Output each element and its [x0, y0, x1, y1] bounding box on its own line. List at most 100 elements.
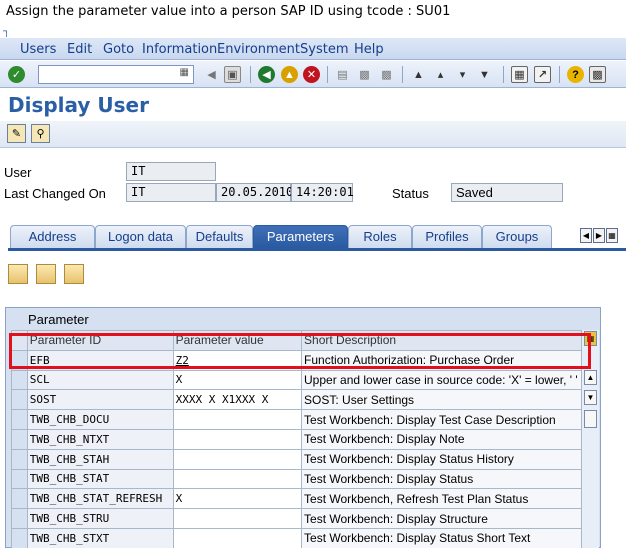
tab-logon-data[interactable]: Logon data: [95, 225, 186, 248]
row-selector[interactable]: [11, 508, 28, 529]
green-back-icon[interactable]: ◀: [258, 66, 275, 83]
parameter-value-cell[interactable]: [172, 448, 303, 470]
tab-profiles[interactable]: Profiles: [412, 225, 482, 248]
parameter-id-cell[interactable]: SOST: [26, 389, 174, 411]
layout-icon[interactable]: ▩: [589, 66, 606, 83]
parameter-id-cell[interactable]: TWB_CHB_STAH: [26, 448, 174, 470]
change-icon[interactable]: ✎: [7, 124, 26, 143]
table-row[interactable]: SCL X Upper and lower case in source cod…: [11, 369, 583, 391]
menu-system[interactable]: System: [300, 42, 348, 57]
tab-list-icon[interactable]: ▦: [606, 228, 618, 243]
display-icon[interactable]: ⚲: [31, 124, 50, 143]
last-changed-by-field[interactable]: IT: [126, 183, 216, 202]
tab-address[interactable]: Address: [10, 225, 95, 248]
table-row[interactable]: TWB_CHB_STAT Test Workbench: Display Sta…: [11, 468, 583, 490]
parameter-value-cell[interactable]: X: [172, 369, 303, 391]
page-title: Display User: [8, 93, 149, 117]
find-icon[interactable]: ▩: [356, 66, 373, 83]
cancel-icon[interactable]: ✕: [303, 66, 320, 83]
row-selector[interactable]: [11, 409, 28, 430]
row-selector[interactable]: [11, 369, 28, 391]
print-icon[interactable]: ▤: [334, 66, 351, 83]
exit-icon[interactable]: ▲: [281, 66, 298, 83]
table-row[interactable]: TWB_CHB_STAT_REFRESH X Test Workbench, R…: [11, 488, 583, 510]
menu-information[interactable]: Information: [142, 42, 217, 57]
tab-roles[interactable]: Roles: [348, 225, 412, 248]
last-page-icon[interactable]: ▼: [476, 66, 493, 83]
scroll-up-icon[interactable]: ▲: [584, 370, 597, 385]
table-row[interactable]: SOST XXXX X X1XXX X SOST: User Settings: [11, 389, 583, 411]
table-row[interactable]: TWB_CHB_STRU Test Workbench: Display Str…: [11, 508, 583, 529]
short-description-cell: Upper and lower case in source code: 'X'…: [301, 369, 583, 391]
first-page-icon[interactable]: ▲: [410, 66, 427, 83]
user-field[interactable]: IT: [126, 162, 216, 181]
next-page-icon[interactable]: ▾: [454, 66, 471, 83]
short-description-cell: Test Workbench: Display Status History: [301, 448, 583, 470]
status-label: Status: [392, 186, 429, 201]
row-selector[interactable]: [11, 468, 28, 490]
row-selector[interactable]: [11, 488, 28, 510]
parameter-value-cell[interactable]: [172, 527, 303, 548]
prev-page-icon[interactable]: ▴: [432, 66, 449, 83]
parameter-value-cell[interactable]: [172, 468, 303, 490]
menu-edit[interactable]: Edit: [67, 42, 92, 57]
tab-groups[interactable]: Groups: [482, 225, 552, 248]
row-selector[interactable]: [11, 527, 28, 548]
find-next-icon[interactable]: ▩: [378, 66, 395, 83]
parameter-value-cell[interactable]: XXXX X X1XXX X: [172, 389, 303, 411]
help-icon[interactable]: ?: [567, 66, 584, 83]
parameter-id-cell[interactable]: TWB_CHB_STAT: [26, 468, 174, 490]
tab-defaults[interactable]: Defaults: [186, 225, 253, 248]
application-toolbar: ✎ ⚲: [0, 121, 626, 148]
row-selector[interactable]: [11, 428, 28, 450]
select-all-icon[interactable]: [36, 264, 56, 284]
last-changed-time-field[interactable]: 14:20:01: [291, 183, 354, 202]
history-dropdown-icon[interactable]: ▦: [180, 67, 189, 78]
menu-goto[interactable]: Goto: [103, 42, 134, 57]
last-changed-date-field[interactable]: 20.05.2010: [216, 183, 293, 202]
tab-parameters[interactable]: Parameters: [253, 225, 348, 248]
last-changed-label: Last Changed On: [4, 186, 106, 201]
parameter-id-cell[interactable]: SCL: [26, 369, 174, 391]
enter-icon[interactable]: ✓: [8, 66, 25, 83]
caption-text: Assign the parameter value into a person…: [6, 4, 451, 19]
parameter-value-cell[interactable]: [172, 428, 303, 450]
create-session-icon[interactable]: ▦: [511, 66, 528, 83]
short-description-cell: Test Workbench: Display Status Short Tex…: [301, 527, 583, 548]
row-selector[interactable]: [11, 389, 28, 411]
menu-bar: Users Edit Goto Information Environment …: [0, 38, 626, 60]
short-description-cell: Test Workbench: Display Status: [301, 468, 583, 490]
save-icon[interactable]: ▣: [224, 66, 241, 83]
menu-users[interactable]: Users: [20, 42, 56, 57]
parameter-id-cell[interactable]: TWB_CHB_STAT_REFRESH: [26, 488, 174, 510]
command-field[interactable]: ▦: [38, 65, 194, 84]
tab-scroll-left-icon[interactable]: ◀: [580, 228, 592, 243]
annotation-highlight-box: [9, 333, 591, 369]
menu-help[interactable]: Help: [354, 42, 384, 57]
parameter-value-cell[interactable]: X: [172, 488, 303, 510]
deselect-all-icon[interactable]: [64, 264, 84, 284]
short-description-cell: Test Workbench: Display Note: [301, 428, 583, 450]
details-icon[interactable]: [8, 264, 28, 284]
parameter-id-cell[interactable]: TWB_CHB_STRU: [26, 508, 174, 529]
tab-strip: Address Logon data Defaults Parameters R…: [0, 225, 626, 248]
tab-scroll-right-icon[interactable]: ▶: [593, 228, 605, 243]
table-row[interactable]: TWB_CHB_NTXT Test Workbench: Display Not…: [11, 428, 583, 450]
parameter-id-cell[interactable]: TWB_CHB_STXT: [26, 527, 174, 548]
parameter-value-cell[interactable]: [172, 409, 303, 430]
scroll-thumb[interactable]: [584, 410, 597, 428]
parameter-value-cell[interactable]: [172, 508, 303, 529]
row-selector[interactable]: [11, 448, 28, 470]
shortcut-icon[interactable]: ↗: [534, 66, 551, 83]
parameter-id-cell[interactable]: TWB_CHB_NTXT: [26, 428, 174, 450]
menu-environment[interactable]: Environment: [217, 42, 300, 57]
table-row[interactable]: TWB_CHB_STAH Test Workbench: Display Sta…: [11, 448, 583, 470]
table-row[interactable]: TWB_CHB_STXT Test Workbench: Display Sta…: [11, 527, 583, 548]
scroll-down-icon[interactable]: ▼: [584, 390, 597, 405]
table-row[interactable]: TWB_CHB_DOCU Test Workbench: Display Tes…: [11, 409, 583, 430]
parameter-id-cell[interactable]: TWB_CHB_DOCU: [26, 409, 174, 430]
back-icon[interactable]: ◀: [203, 66, 220, 83]
status-field[interactable]: Saved: [451, 183, 563, 202]
short-description-cell: Test Workbench: Display Test Case Descri…: [301, 409, 583, 430]
tab-underline: [8, 248, 626, 251]
